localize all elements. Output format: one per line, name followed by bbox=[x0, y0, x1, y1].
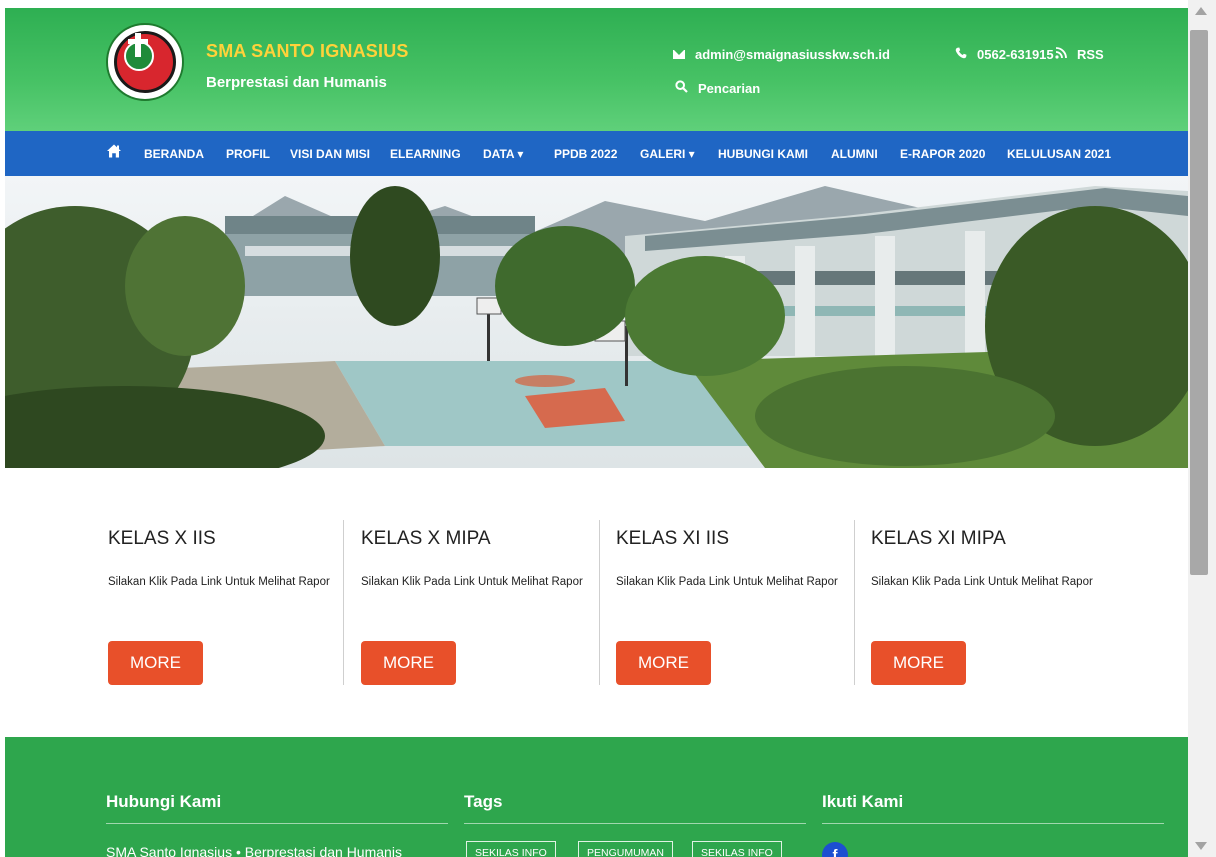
vertical-scrollbar[interactable] bbox=[1188, 0, 1216, 857]
footer-heading-contact: Hubungi Kami bbox=[106, 792, 222, 811]
card-kelas-x-iis: KELAS X IIS Silakan Klik Pada Link Untuk… bbox=[108, 520, 363, 685]
card-text: Silakan Klik Pada Link Untuk Melihat Rap… bbox=[616, 576, 838, 588]
home-icon[interactable] bbox=[106, 143, 122, 159]
tag-sekilas-info-2[interactable]: SEKILAS INFO bbox=[692, 841, 782, 857]
site-header: SMA SANTO IGNASIUS Berprestasi dan Human… bbox=[5, 8, 1188, 131]
nav-item-galeri[interactable]: GALERI ▾ bbox=[640, 147, 695, 161]
nav-item-alumni[interactable]: ALUMNI bbox=[831, 147, 878, 161]
nav-item-kelulusan[interactable]: KELULUSAN 2021 bbox=[1007, 147, 1111, 161]
main-nav: BERANDA PROFIL VISI DAN MISI ELEARNING D… bbox=[5, 131, 1188, 176]
email-text: admin@smaignasiusskw.sch.id bbox=[695, 47, 890, 62]
nav-item-elearning[interactable]: ELEARNING bbox=[390, 147, 461, 161]
more-button[interactable]: MORE bbox=[616, 641, 711, 685]
class-cards: KELAS X IIS Silakan Klik Pada Link Untuk… bbox=[5, 468, 1188, 737]
footer-divider bbox=[106, 823, 448, 824]
card-title: KELAS XI MIPA bbox=[871, 528, 1006, 549]
card-divider bbox=[854, 520, 855, 685]
phone-link[interactable]: 0562-631915 bbox=[955, 47, 1054, 62]
card-title: KELAS XI IIS bbox=[616, 528, 729, 549]
nav-item-hubungi-kami[interactable]: HUBUNGI KAMI bbox=[718, 147, 808, 161]
nav-item-data[interactable]: DATA ▾ bbox=[483, 147, 523, 161]
footer-heading-tags: Tags bbox=[464, 792, 503, 811]
phone-text: 0562-631915 bbox=[977, 47, 1054, 62]
card-kelas-xi-mipa: KELAS XI MIPA Silakan Klik Pada Link Unt… bbox=[871, 520, 1126, 685]
rss-icon bbox=[1055, 47, 1067, 62]
nav-item-beranda[interactable]: BERANDA bbox=[144, 147, 204, 161]
site-footer: Hubungi Kami Tags Ikuti Kami SMA Santo I… bbox=[5, 737, 1188, 857]
scrollbar-thumb[interactable] bbox=[1190, 30, 1208, 575]
search-link[interactable]: Pencarian bbox=[675, 80, 760, 96]
footer-contact-text: SMA Santo Ignasius • Berprestasi dan Hum… bbox=[106, 844, 402, 857]
facebook-icon[interactable]: f bbox=[822, 842, 848, 857]
logo-cross bbox=[135, 33, 141, 57]
scroll-down-arrow-icon[interactable] bbox=[1195, 842, 1207, 850]
tag-pengumuman[interactable]: PENGUMUMAN bbox=[578, 841, 674, 857]
footer-heading-follow: Ikuti Kami bbox=[822, 792, 904, 811]
nav-item-ppdb[interactable]: PPDB 2022 bbox=[554, 147, 617, 161]
more-button[interactable]: MORE bbox=[361, 641, 456, 685]
rss-link[interactable]: RSS bbox=[1055, 47, 1104, 62]
footer-divider bbox=[464, 823, 806, 824]
footer-divider bbox=[822, 823, 1164, 824]
envelope-icon bbox=[673, 50, 685, 59]
search-text: Pencarian bbox=[698, 80, 761, 96]
card-text: Silakan Klik Pada Link Untuk Melihat Rap… bbox=[361, 576, 583, 588]
tag-sekilas-info[interactable]: SEKILAS INFO bbox=[466, 841, 556, 857]
scroll-up-arrow-icon[interactable] bbox=[1195, 7, 1207, 15]
card-kelas-x-mipa: KELAS X MIPA Silakan Klik Pada Link Untu… bbox=[361, 520, 616, 685]
rss-text: RSS bbox=[1077, 47, 1104, 62]
nav-item-visi-misi[interactable]: VISI DAN MISI bbox=[290, 147, 370, 161]
card-text: Silakan Klik Pada Link Untuk Melihat Rap… bbox=[871, 576, 1093, 588]
card-title: KELAS X IIS bbox=[108, 528, 216, 549]
card-kelas-xi-iis: KELAS XI IIS Silakan Klik Pada Link Untu… bbox=[616, 520, 871, 685]
card-title: KELAS X MIPA bbox=[361, 528, 491, 549]
more-button[interactable]: MORE bbox=[108, 641, 203, 685]
nav-item-e-rapor[interactable]: E-RAPOR 2020 bbox=[900, 147, 985, 161]
nav-item-profil[interactable]: PROFIL bbox=[226, 147, 270, 161]
card-divider bbox=[599, 520, 600, 685]
site-tagline: Berprestasi dan Humanis bbox=[206, 74, 387, 91]
page: SMA SANTO IGNASIUS Berprestasi dan Human… bbox=[5, 8, 1188, 857]
logo-cross-bar bbox=[128, 39, 148, 44]
phone-icon bbox=[955, 47, 967, 62]
school-logo[interactable] bbox=[106, 23, 184, 101]
site-title[interactable]: SMA SANTO IGNASIUS bbox=[206, 41, 409, 62]
school-photo bbox=[5, 176, 1188, 468]
more-button[interactable]: MORE bbox=[871, 641, 966, 685]
email-link[interactable]: admin@smaignasiusskw.sch.id bbox=[673, 47, 890, 62]
card-text: Silakan Klik Pada Link Untuk Melihat Rap… bbox=[108, 576, 330, 588]
card-divider bbox=[343, 520, 344, 685]
search-icon bbox=[675, 80, 688, 96]
hero-banner bbox=[5, 176, 1188, 468]
